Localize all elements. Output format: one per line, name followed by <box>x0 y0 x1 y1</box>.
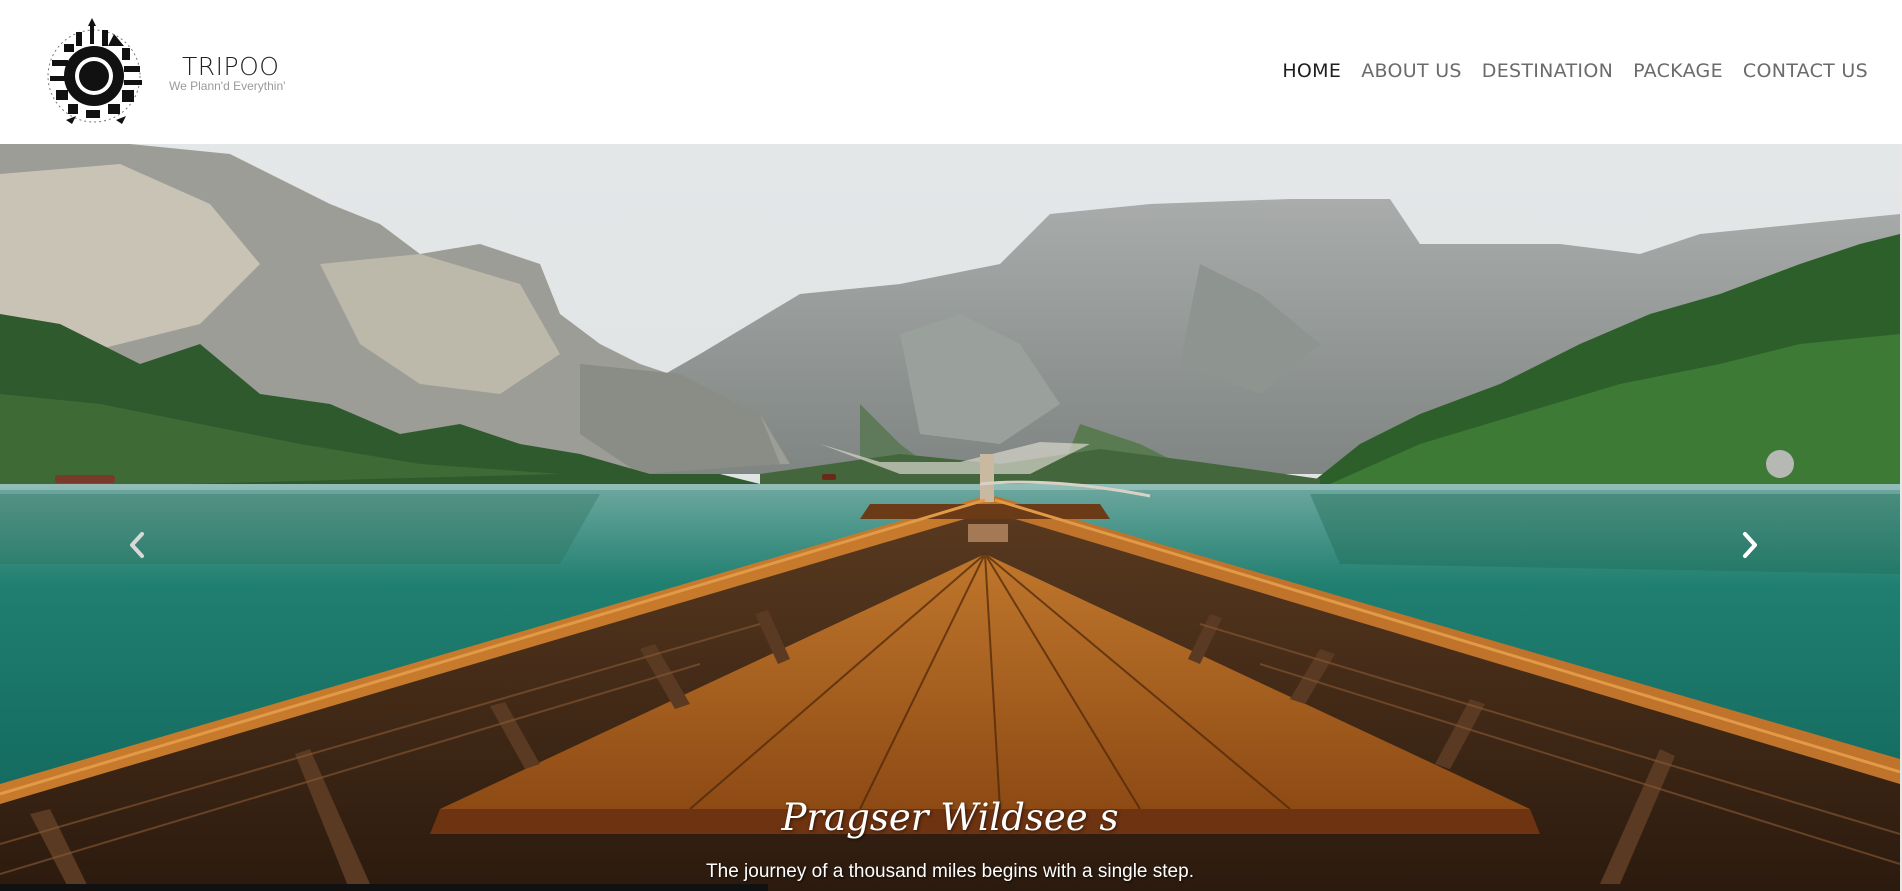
carousel-prev-button[interactable] <box>127 530 157 570</box>
hero-carousel: Pragser Wildsee s The journey of a thous… <box>0 144 1900 891</box>
carousel-next-button[interactable] <box>1740 530 1770 570</box>
hero-image-lake-boat <box>0 144 1900 891</box>
nav-package[interactable]: PACKAGE <box>1633 60 1723 82</box>
hero-title: Pragser Wildsee s <box>781 796 1119 839</box>
chevron-right-icon <box>1743 532 1757 558</box>
nav-home[interactable]: HOME <box>1282 60 1341 82</box>
brand-tagline: We Plann'd Everythin' <box>169 79 286 93</box>
main-nav: HOME ABOUT US DESTINATION PACKAGE CONTAC… <box>1262 56 1868 86</box>
brand-name[interactable]: TRIPOO <box>182 52 279 81</box>
bottom-strip <box>0 884 768 891</box>
logo-globe-icon[interactable] <box>42 16 146 134</box>
nav-contact-us[interactable]: CONTACT US <box>1743 60 1868 82</box>
site-header: TRIPOO We Plann'd Everythin' HOME ABOUT … <box>0 0 1902 144</box>
chevron-left-icon <box>130 532 144 558</box>
nav-about-us[interactable]: ABOUT US <box>1361 60 1462 82</box>
hero-subtitle: The journey of a thousand miles begins w… <box>706 861 1194 882</box>
nav-destination[interactable]: DESTINATION <box>1482 60 1613 82</box>
